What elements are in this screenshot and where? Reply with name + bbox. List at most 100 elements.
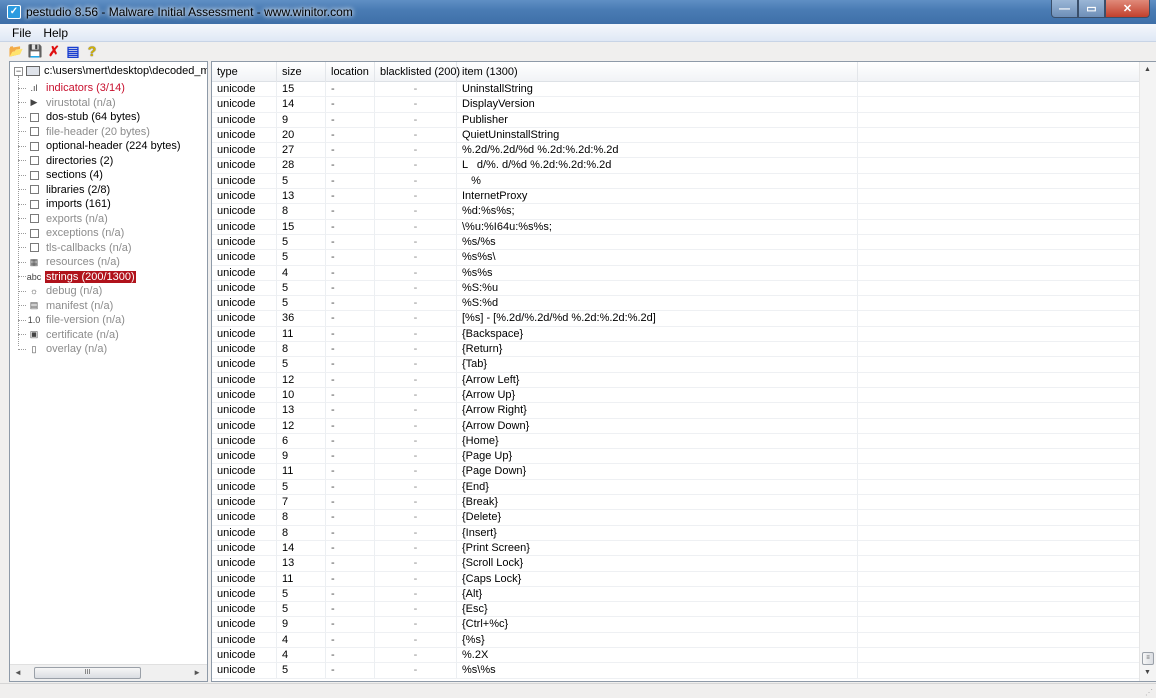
tree-item[interactable]: .ıl indicators (3/14) — [18, 81, 126, 96]
resize-grip-icon[interactable]: ⋰ — [1145, 688, 1153, 697]
scroll-up-icon[interactable]: ▲ — [1144, 66, 1151, 73]
table-row[interactable]: unicode 5- - %s/%s — [212, 234, 1140, 251]
tree-item[interactable]: abc strings (200/1300) — [18, 270, 136, 285]
vertical-scrollbar[interactable]: ▲ ≡ ▼ — [1139, 62, 1156, 681]
tree-item[interactable]: tls-callbacks (n/a) — [18, 241, 133, 256]
table-row[interactable]: unicode 10- - {Arrow Up} — [212, 387, 1140, 404]
tree-item[interactable]: exceptions (n/a) — [18, 226, 125, 241]
table-row[interactable]: unicode 4- - %.2X — [212, 647, 1140, 664]
resources-grid-icon: ▦ — [29, 256, 39, 267]
table-row[interactable]: unicode 5- - {End} — [212, 479, 1140, 496]
tree-root[interactable]: − c:\users\mert\desktop\decoded_malw — [14, 64, 207, 78]
table-row[interactable]: unicode 5- - %s%s\ — [212, 250, 1140, 266]
table-row[interactable]: unicode 36- - [%s] - [%.2d/%.2d/%d %.2d:%.2… — [212, 311, 1140, 327]
tree-item[interactable]: sections (4) — [18, 168, 104, 183]
table-row[interactable]: unicode 13- - {Scroll Lock} — [212, 556, 1140, 572]
cell-location: - — [326, 112, 375, 128]
tree-item[interactable]: libraries (2/8) — [18, 183, 111, 198]
tree-item[interactable]: imports (161) — [18, 197, 112, 212]
help-icon[interactable]: ? — [85, 43, 99, 59]
table-row[interactable]: unicode 14- - DisplayVersion — [212, 97, 1140, 113]
tree-line — [18, 189, 26, 191]
horizontal-scrollbar[interactable]: ◄ III ► — [10, 664, 207, 681]
scroll-down-icon[interactable]: ▼ — [1144, 669, 1151, 676]
table-row[interactable]: unicode 13- - {Arrow Right} — [212, 403, 1140, 419]
maximize-button[interactable]: ▭ — [1078, 0, 1105, 18]
tree-item[interactable]: ▤ manifest (n/a) — [18, 299, 114, 314]
tree-item[interactable]: ▶ virustotal (n/a) — [18, 96, 117, 111]
node-box-icon — [26, 212, 42, 225]
column-item[interactable]: item (1300) — [457, 62, 858, 82]
node-box-icon — [26, 198, 42, 211]
table-row[interactable]: unicode 8- - {Delete} — [212, 510, 1140, 526]
tree-item[interactable]: exports (n/a) — [18, 212, 109, 227]
table-row[interactable]: unicode 5- - {Alt} — [212, 586, 1140, 603]
table-row[interactable]: unicode 4- - {%s} — [212, 632, 1140, 648]
horizontal-scroll-thumb[interactable]: III — [34, 667, 141, 679]
table-row[interactable]: unicode 9- - Publisher — [212, 112, 1140, 128]
column-blacklisted[interactable]: blacklisted (200) — [375, 62, 460, 82]
table-row[interactable]: unicode 8- - %d:%s%s; — [212, 204, 1140, 220]
table-row[interactable]: unicode 9- - {Page Up} — [212, 449, 1140, 465]
table-row[interactable]: unicode 11- - {Backspace} — [212, 326, 1140, 343]
column-size[interactable]: size — [277, 62, 326, 82]
cell-size: 9 — [277, 617, 326, 633]
cell-location: - — [326, 433, 375, 449]
clipboard-icon[interactable]: ▤ — [66, 43, 80, 59]
menu-help[interactable]: Help — [37, 26, 74, 40]
cell-item: {Arrow Right} — [457, 403, 858, 419]
table-row[interactable]: unicode 15- - UninstallString — [212, 82, 1140, 98]
tree-item[interactable]: dos-stub (64 bytes) — [18, 110, 141, 125]
menu-file[interactable]: File — [6, 26, 37, 40]
table-row[interactable]: unicode 13- - InternetProxy — [212, 189, 1140, 205]
tree-item[interactable]: 1.0 file-version (n/a) — [18, 313, 126, 328]
table-row[interactable]: unicode 5- - %S:%u — [212, 280, 1140, 297]
cell-item: %.2X — [457, 647, 858, 663]
delete-icon[interactable]: ✗ — [47, 43, 61, 59]
table-row[interactable]: unicode 5- - %s\%s — [212, 663, 1140, 679]
vertical-scroll-thumb[interactable]: ≡ — [1142, 652, 1154, 665]
save-icon[interactable]: 💾 — [28, 44, 43, 58]
table-row[interactable]: unicode 14- - {Print Screen} — [212, 540, 1140, 557]
table-row[interactable]: unicode 5- - % — [212, 173, 1140, 190]
table-row[interactable]: unicode 11- - {Page Down} — [212, 464, 1140, 480]
minimize-button[interactable]: — — [1051, 0, 1078, 18]
table-row[interactable]: unicode 15- - \%u:%I64u:%s%s; — [212, 219, 1140, 235]
table-row[interactable]: unicode 6- - {Home} — [212, 433, 1140, 450]
tree-item[interactable]: optional-header (224 bytes) — [18, 139, 182, 154]
close-button[interactable]: ✕ — [1105, 0, 1150, 18]
table-row[interactable]: unicode 28- - L d/%. d/%d %.2d:%.2d:%.2d — [212, 158, 1140, 174]
title-bar[interactable]: ✓ pestudio 8.56 - Malware Initial Assess… — [0, 0, 1156, 24]
cell-type: unicode — [212, 143, 277, 159]
table-row[interactable]: unicode 4- - %s%s — [212, 265, 1140, 281]
node-box-icon — [26, 241, 42, 254]
table-row[interactable]: unicode 7- - {Break} — [212, 495, 1140, 511]
open-icon[interactable]: 📂 — [9, 44, 24, 58]
table-row[interactable]: unicode 12- - {Arrow Left} — [212, 372, 1140, 388]
cell-location: - — [326, 357, 375, 373]
table-row[interactable]: unicode 11- - {Caps Lock} — [212, 571, 1140, 587]
table-row[interactable]: unicode 9- - {Ctrl+%c} — [212, 617, 1140, 633]
tree-item[interactable]: ▦ resources (n/a) — [18, 255, 121, 270]
table-row[interactable]: unicode 12- - {Arrow Down} — [212, 418, 1140, 434]
tree-item[interactable]: ☼ debug (n/a) — [18, 284, 103, 299]
tree-item[interactable]: directories (2) — [18, 154, 114, 169]
table-row[interactable]: unicode 5- - {Esc} — [212, 602, 1140, 618]
table-row[interactable]: unicode 8- - {Insert} — [212, 525, 1140, 541]
table-row[interactable]: unicode 20- - QuietUninstallString — [212, 127, 1140, 144]
collapse-icon[interactable]: − — [14, 66, 23, 76]
scroll-right-icon[interactable]: ► — [193, 668, 201, 677]
table-row[interactable]: unicode 8- - {Return} — [212, 342, 1140, 358]
tree-item[interactable]: ▯ overlay (n/a) — [18, 342, 108, 357]
tree-item[interactable]: ▣ certificate (n/a) — [18, 328, 120, 343]
scroll-left-icon[interactable]: ◄ — [14, 668, 22, 677]
table-row[interactable]: unicode 27- - %.2d/%.2d/%d %.2d:%.2d:%.2d — [212, 143, 1140, 159]
cell-type: unicode — [212, 173, 277, 189]
table-row[interactable]: unicode 5- - {Tab} — [212, 357, 1140, 373]
cell-type: unicode — [212, 296, 277, 312]
table-row[interactable]: unicode 5- - %S:%d — [212, 296, 1140, 312]
column-type[interactable]: type — [212, 62, 277, 82]
node-box-icon — [26, 227, 42, 240]
tree-item[interactable]: file-header (20 bytes) — [18, 125, 151, 140]
column-location[interactable]: location — [326, 62, 375, 82]
